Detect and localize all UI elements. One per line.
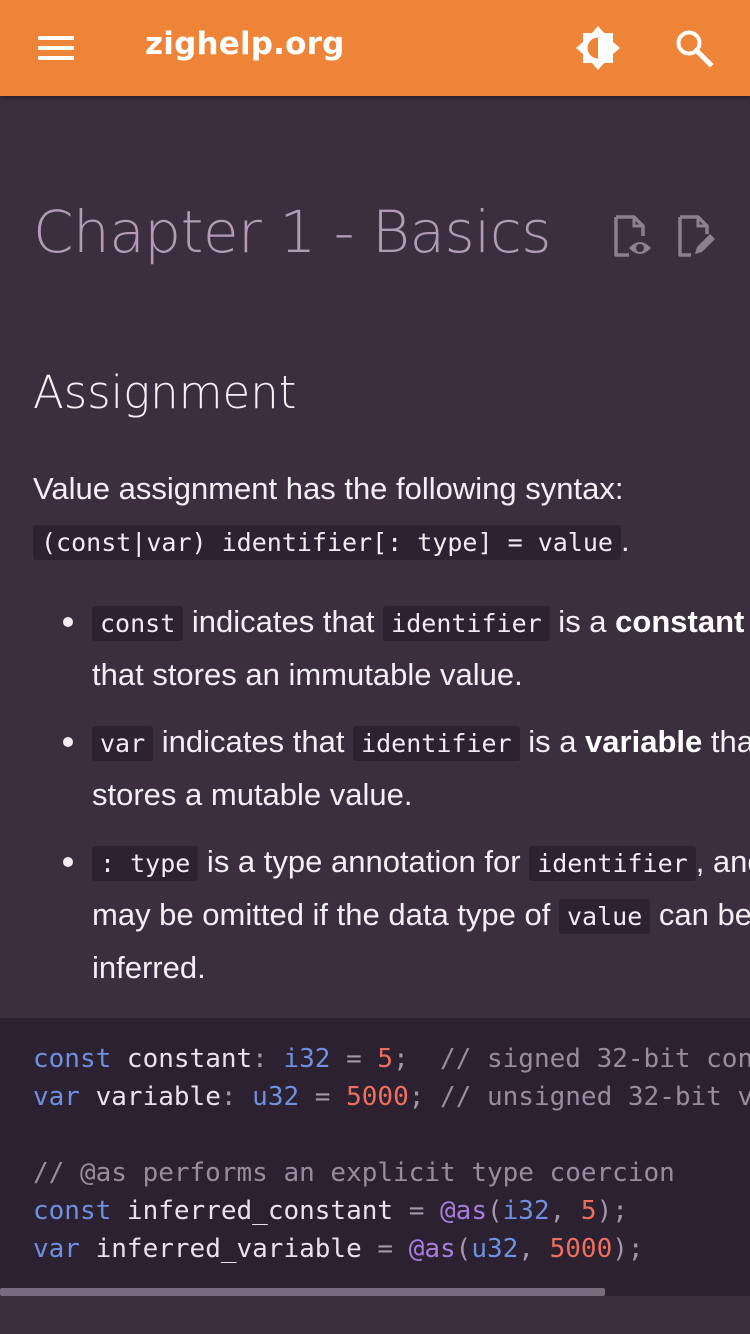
code-token: ; bbox=[408, 1082, 425, 1112]
code-token: 5000 bbox=[346, 1082, 409, 1112]
inline-code: value bbox=[558, 899, 651, 934]
inline-code: identifier bbox=[353, 726, 520, 761]
code-token: ( bbox=[486, 1196, 503, 1226]
inline-code: identifier bbox=[529, 846, 696, 881]
code-token: = bbox=[330, 1044, 378, 1074]
chapter-title: Chapter 1 - Basics bbox=[33, 198, 551, 266]
code-token: , bbox=[518, 1234, 550, 1264]
inline-code: const bbox=[92, 606, 184, 641]
app-bar: zighelp.org bbox=[0, 0, 750, 96]
code-token: const bbox=[33, 1044, 112, 1074]
code-token: constant bbox=[111, 1044, 253, 1074]
code-token: ); bbox=[612, 1234, 644, 1264]
code-token: ( bbox=[455, 1234, 472, 1264]
list-item: : type is a type annotation for identifi… bbox=[63, 836, 750, 993]
code-token: : bbox=[252, 1044, 268, 1074]
code-token: ; bbox=[393, 1044, 409, 1074]
edit-page-icon bbox=[678, 215, 715, 257]
code-token: u32 bbox=[236, 1082, 300, 1112]
brightness-icon bbox=[576, 26, 620, 70]
search-button[interactable] bbox=[670, 24, 718, 72]
code-token: @as bbox=[408, 1234, 456, 1264]
code-token: inferred_variable bbox=[79, 1234, 362, 1264]
search-icon bbox=[676, 30, 714, 68]
code-token: 5000 bbox=[549, 1234, 613, 1264]
list-text: is a bbox=[519, 724, 586, 759]
code-token: = bbox=[361, 1234, 409, 1264]
code-comment: // unsigned 32-bit variable bbox=[440, 1082, 750, 1112]
code-content: const constant: i32 = 5; // signed 32-bi… bbox=[0, 1018, 750, 1268]
menu-icon-bar bbox=[38, 56, 74, 60]
code-token: u32 bbox=[471, 1234, 519, 1264]
list-text: that stores an immutable value. bbox=[92, 657, 523, 692]
theme-toggle-button[interactable] bbox=[574, 24, 622, 72]
list-text: indicates that bbox=[153, 724, 354, 759]
section-title: Assignment bbox=[33, 366, 297, 419]
bold-term: variable bbox=[585, 724, 703, 759]
code-scrollbar-thumb[interactable] bbox=[0, 1288, 605, 1296]
code-token: var bbox=[33, 1082, 80, 1112]
list-text: indicates that bbox=[183, 604, 384, 639]
code-token: const bbox=[33, 1196, 112, 1226]
bold-term: constant bbox=[615, 604, 745, 639]
site-title[interactable]: zighelp.org bbox=[145, 26, 345, 62]
syntax-paragraph: Value assignment has the following synta… bbox=[33, 463, 733, 569]
list-text: is a type annotation for bbox=[198, 844, 530, 879]
list-item: const indicates that identifier is a con… bbox=[63, 596, 750, 700]
code-token: : bbox=[220, 1082, 237, 1112]
intro-text: Value assignment has the following synta… bbox=[33, 471, 624, 506]
code-token: , bbox=[549, 1196, 581, 1226]
code-token: var bbox=[33, 1234, 80, 1264]
code-token: 5 bbox=[580, 1196, 597, 1226]
inline-code: : type bbox=[92, 846, 199, 881]
syntax-code: (const|var) identifier[: type] = value bbox=[33, 525, 621, 560]
menu-icon-bar bbox=[38, 46, 74, 50]
code-comment: // signed 32-bit constant bbox=[440, 1044, 750, 1074]
menu-icon bbox=[38, 36, 74, 40]
code-block[interactable]: const constant: i32 = 5; // signed 32-bi… bbox=[0, 1018, 750, 1296]
list-text: is a bbox=[549, 604, 616, 639]
bullet-list: const indicates that identifier is a con… bbox=[0, 596, 750, 1009]
code-token: i32 bbox=[267, 1044, 331, 1074]
code-token: = bbox=[299, 1082, 347, 1112]
code-token: variable bbox=[79, 1082, 221, 1112]
code-token: = bbox=[393, 1196, 441, 1226]
code-token: @as bbox=[440, 1196, 487, 1226]
code-token: i32 bbox=[502, 1196, 550, 1226]
code-comment: // @as performs an explicit type coercio… bbox=[33, 1158, 675, 1188]
inline-code: identifier bbox=[383, 606, 550, 641]
code-scrollbar[interactable] bbox=[0, 1288, 750, 1296]
syntax-period: . bbox=[620, 523, 630, 558]
view-source-button[interactable] bbox=[612, 214, 654, 265]
edit-page-button[interactable] bbox=[676, 214, 718, 265]
inline-code: var bbox=[92, 726, 154, 761]
view-source-icon bbox=[614, 215, 651, 257]
code-token: inferred_constant bbox=[111, 1196, 394, 1226]
code-token: 5 bbox=[377, 1044, 394, 1074]
code-token: ); bbox=[596, 1196, 628, 1226]
list-item: var indicates that identifier is a varia… bbox=[63, 716, 750, 820]
menu-button[interactable] bbox=[30, 24, 82, 72]
